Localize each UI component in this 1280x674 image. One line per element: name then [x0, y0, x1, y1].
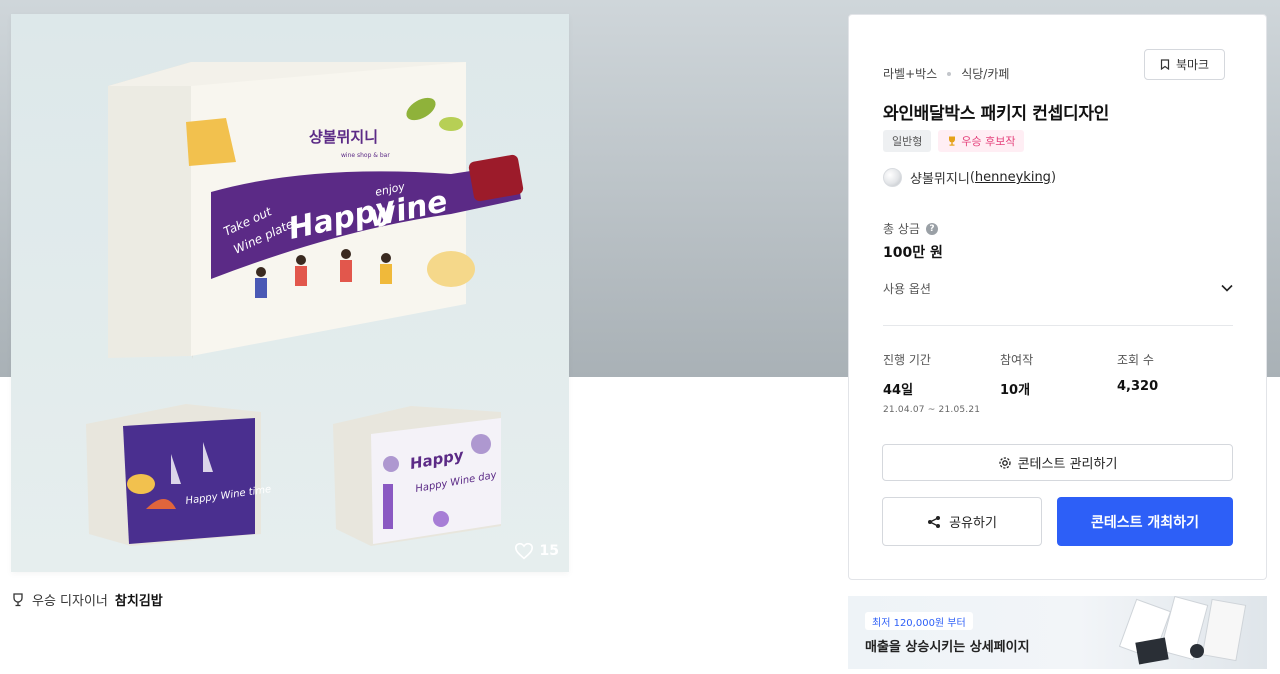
box-text-brand-sub: wine shop & bar [341, 152, 390, 159]
tag-candidate: 우승 후보작 [938, 130, 1025, 152]
wine-box-illustration: Take out Wine plate Happy enjoy wine 샹볼뮈… [86, 62, 524, 546]
options-label: 사용 옵션 [883, 281, 931, 296]
prize-label: 총 상금 ? [883, 220, 938, 237]
contest-stats: 진행 기간 44일 21.04.07 ~ 21.05.21 참여작 10개 조회… [883, 351, 1234, 415]
host-contest-label: 콘테스트 개최하기 [1091, 514, 1199, 531]
tag-type: 일반형 [883, 130, 932, 152]
manage-contest-button[interactable]: 콘테스트 관리하기 [882, 444, 1233, 481]
manage-contest-label: 콘테스트 관리하기 [1017, 457, 1118, 472]
avatar [883, 168, 902, 187]
stat-views-value: 4,320 [1117, 379, 1159, 394]
winner-prefix: 우승 디자이너 [32, 594, 108, 609]
tag-candidate-label: 우승 후보작 [961, 135, 1016, 148]
like-counter[interactable]: 15 [514, 542, 559, 560]
product-image[interactable]: Take out Wine plate Happy enjoy wine 샹볼뮈… [11, 14, 569, 572]
bookmark-label: 북마크 [1175, 58, 1210, 72]
stat-duration: 진행 기간 44일 21.04.07 ~ 21.05.21 [883, 351, 1000, 415]
like-count: 15 [539, 543, 559, 559]
stat-views-label: 조회 수 [1117, 353, 1154, 367]
stat-entries: 참여작 10개 [1000, 351, 1117, 415]
stat-entries-label: 참여작 [1000, 353, 1034, 367]
prize-label-text: 총 상금 [883, 222, 920, 236]
breadcrumb-subcategory[interactable]: 식당/카페 [961, 65, 1009, 82]
stat-duration-value: 44일 [883, 383, 914, 398]
stat-views: 조회 수 4,320 [1117, 351, 1234, 415]
breadcrumb-category[interactable]: 라벨+박스 [883, 65, 937, 82]
ad-banner[interactable]: 최저 120,000원 부터 매출을 상승시키는 상세페이지 [848, 596, 1267, 669]
winner-designer: 우승 디자이너 참치김밥 [11, 590, 163, 609]
tag-list: 일반형 우승 후보작 [883, 130, 1025, 152]
gear-icon [998, 456, 1011, 469]
breadcrumb-separator [947, 71, 952, 76]
divider [883, 325, 1233, 326]
stat-duration-label: 진행 기간 [883, 353, 931, 367]
share-icon [928, 515, 941, 528]
contest-host[interactable]: 샹볼뮈지니 (henneyking) [883, 168, 1056, 187]
tag-type-label: 일반형 [892, 135, 923, 148]
share-label: 공유하기 [949, 516, 997, 531]
breadcrumb: 라벨+박스 식당/카페 [883, 65, 1009, 82]
box-text-brand: 샹볼뮈지니 [309, 128, 378, 146]
ad-price-badge: 최저 120,000원 부터 [865, 612, 973, 630]
help-icon[interactable]: ? [925, 222, 938, 235]
heart-icon [514, 542, 533, 560]
ad-headline: 매출을 상승시키는 상세페이지 [865, 640, 1030, 655]
ad-illustration [1118, 596, 1247, 665]
trophy-icon [949, 136, 956, 146]
chevron-down-icon [1221, 284, 1233, 292]
host-contest-button[interactable]: 콘테스트 개최하기 [1057, 497, 1233, 546]
host-name: 샹볼뮈지니 [910, 172, 970, 187]
contest-title: 와인배달박스 패키지 컨셉디자인 [883, 104, 1109, 124]
share-button[interactable]: 공유하기 [882, 497, 1042, 546]
host-handle[interactable]: henneyking [975, 170, 1051, 185]
trophy-icon [13, 592, 23, 606]
contest-info-panel: 라벨+박스 식당/카페 북마크 와인배달박스 패키지 컨셉디자인 일반형 우승 … [848, 14, 1267, 580]
bookmark-button[interactable]: 북마크 [1144, 49, 1225, 80]
bookmark-icon [1160, 59, 1170, 70]
options-toggle[interactable]: 사용 옵션 [883, 278, 1233, 298]
stat-duration-range: 21.04.07 ~ 21.05.21 [883, 405, 981, 415]
prize-value: 100만 원 [883, 245, 943, 261]
stat-entries-value: 10개 [1000, 383, 1031, 398]
winner-name[interactable]: 참치김밥 [115, 590, 163, 609]
